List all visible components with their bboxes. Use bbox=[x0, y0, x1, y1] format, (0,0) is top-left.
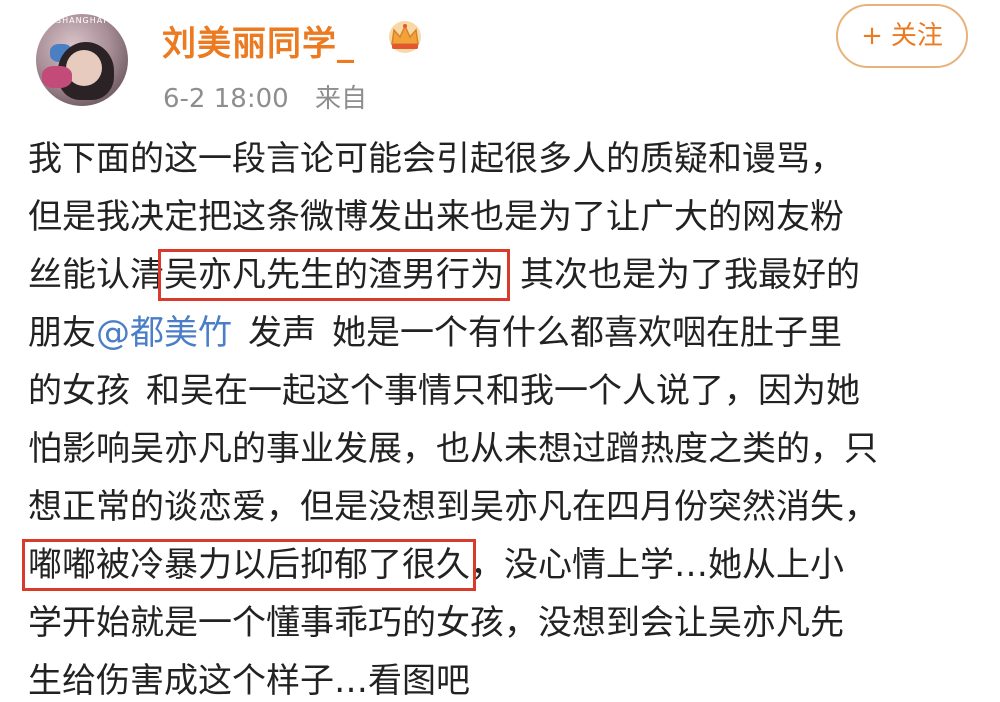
body-line: 的女孩 和吴在一起这个事情只和我一个人说了，因为她 bbox=[28, 362, 978, 420]
highlighted-text: 嘟嘟被冷暴力以后抑郁了很久 bbox=[22, 539, 476, 591]
body-text: 其次也是为了我最好的 bbox=[520, 255, 860, 295]
body-text: ，没心情上学…她从上小 bbox=[470, 545, 844, 585]
avatar-text: SHANGHAI bbox=[56, 16, 107, 25]
body-line: 怕影响吴亦凡的事业发展，也从未想过蹭热度之类的，只 bbox=[28, 429, 878, 469]
weibo-post: SHANGHAI 刘美丽同学_ 6-2 18:00 来自 + 关注 我下面的这一段… bbox=[0, 0, 1000, 702]
body-line: 丝能认清吴亦凡先生的渣男行为 其次也是为了我最好的 bbox=[28, 246, 978, 304]
highlighted-text: 吴亦凡先生的渣男行为 bbox=[158, 249, 510, 301]
timestamp: 6-2 18:00 bbox=[163, 84, 289, 114]
source-label: 来自 bbox=[314, 84, 367, 114]
body-text: 她是一个有什么都喜欢咽在肚子里 bbox=[332, 313, 842, 353]
body-text: 发声 bbox=[248, 313, 316, 353]
body-line: 生给伤害成这个样子…看图吧 bbox=[28, 661, 470, 701]
body-text: 朋友 bbox=[28, 313, 96, 353]
body-line: 学开始就是一个懂事乖巧的女孩，没想到会让吴亦凡先 bbox=[28, 603, 844, 643]
body-text: 的女孩 bbox=[28, 371, 130, 411]
avatar[interactable]: SHANGHAI bbox=[36, 14, 128, 106]
avatar-decoration-2 bbox=[42, 66, 72, 88]
mention-link[interactable]: @都美竹 bbox=[96, 313, 232, 353]
body-line: 想正常的谈恋爱，但是没想到吴亦凡在四月份突然消失， bbox=[28, 487, 878, 527]
crown-icon bbox=[389, 21, 421, 53]
body-line: 但是我决定把这条微博发出来也是为了让广大的网友粉 bbox=[28, 197, 844, 237]
body-line: 朋友@都美竹 发声 她是一个有什么都喜欢咽在肚子里 bbox=[28, 304, 978, 362]
body-text: 丝能认清 bbox=[28, 255, 164, 295]
follow-button[interactable]: + 关注 bbox=[836, 4, 968, 68]
follow-label: 关注 bbox=[890, 21, 943, 51]
username[interactable]: 刘美丽同学_ bbox=[162, 16, 355, 65]
body-line: 嘟嘟被冷暴力以后抑郁了很久，没心情上学…她从上小 bbox=[22, 536, 978, 594]
body-text: 和吴在一起这个事情只和我一个人说了，因为她 bbox=[146, 371, 860, 411]
post-body: 我下面的这一段言论可能会引起很多人的质疑和谩骂， 但是我决定把这条微博发出来也是… bbox=[22, 130, 978, 702]
body-line: 我下面的这一段言论可能会引起很多人的质疑和谩骂， bbox=[28, 139, 844, 179]
plus-icon: + bbox=[861, 21, 883, 51]
post-meta: 6-2 18:00 来自 bbox=[163, 78, 367, 115]
